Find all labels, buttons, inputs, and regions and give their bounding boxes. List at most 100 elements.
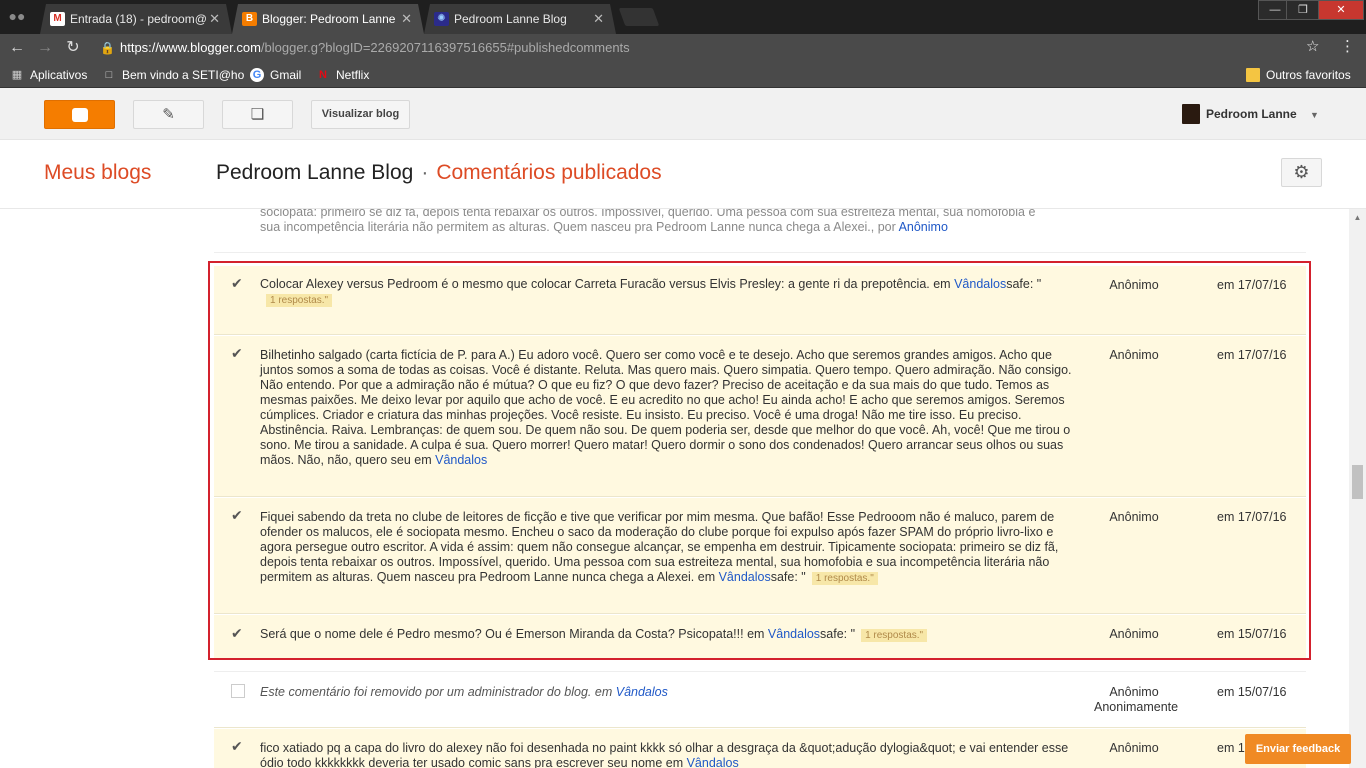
author-link[interactable]: Anônimo: [899, 220, 948, 234]
post-link[interactable]: Vândalos: [687, 756, 739, 768]
chevron-down-icon: ▼: [1310, 110, 1319, 120]
bookmark-label: Gmail: [270, 68, 302, 82]
avatar: [1182, 104, 1200, 124]
menu-kebab-icon[interactable]: ⋮: [1340, 37, 1355, 55]
incognito-icon: ●●: [8, 8, 26, 24]
tab-label: Pedroom Lanne Blog: [454, 12, 567, 26]
netflix-icon: N: [319, 69, 327, 81]
bookmark-label: Netflix: [336, 68, 370, 82]
settings-button[interactable]: ⚙: [1281, 158, 1322, 187]
address-bar: ← → ↻ 🔒 https://www.blogger.com/blogger.…: [0, 34, 1366, 62]
tab-gmail[interactable]: M Entrada (18) - pedroom@ ✕: [40, 4, 232, 34]
blogger-header: ✎ ❏ Visualizar blog Pedroom Lanne ▼: [0, 88, 1366, 140]
bookmark-star-icon[interactable]: ☆: [1306, 37, 1319, 55]
comment-date: em 1: [1217, 741, 1245, 755]
bookmark-label: Aplicativos: [30, 68, 88, 82]
apps-grid-icon: ▦: [11, 69, 23, 81]
scrollbar[interactable]: ▲: [1349, 209, 1366, 768]
comment-author: Anônimo: [1109, 741, 1159, 755]
table-row[interactable]: ✔ fico xatiado pq a capa do livro do ale…: [214, 729, 1306, 768]
post-link[interactable]: Vândalos: [954, 277, 1006, 291]
post-link[interactable]: Vândalos: [719, 570, 771, 584]
tab-blog[interactable]: ✺ Pedroom Lanne Blog ✕: [424, 4, 616, 34]
comment-author: Anônimo: [1109, 348, 1159, 362]
bookmark-apps[interactable]: ▦ Aplicativos: [10, 66, 88, 84]
url-host: https://www.blogger.com: [120, 40, 261, 55]
blogger-logo-icon: [71, 108, 88, 122]
row-checkbox[interactable]: ✔: [231, 508, 245, 522]
blog-name[interactable]: Pedroom Lanne Blog: [216, 161, 413, 184]
table-row[interactable]: ✔ Será que o nome dele é Pedro mesmo? Ou…: [214, 615, 1306, 659]
comment-text: Este comentário foi removido por um admi…: [260, 685, 668, 699]
maximize-button[interactable]: ❐: [1286, 0, 1320, 20]
blog-favicon-icon: ✺: [434, 12, 449, 26]
bookmark-label: Bem vindo a SETI@ho: [122, 68, 245, 82]
comment-text: Será que o nome dele é Pedro mesmo? Ou é…: [260, 627, 1086, 642]
replies-badge[interactable]: 1 respostas.": [861, 629, 928, 642]
google-icon: G: [250, 68, 264, 82]
user-name: Pedroom Lanne: [1206, 107, 1297, 121]
pages-icon: ❏: [250, 106, 265, 123]
page-icon: □: [105, 69, 113, 81]
view-blog-label: Visualizar blog: [321, 108, 400, 120]
forward-icon[interactable]: →: [34, 37, 56, 59]
comment-text: Colocar Alexey versus Pedroom é o mesmo …: [260, 277, 1042, 307]
comment-text: sociopata: primeiro se diz fã, depois te…: [260, 209, 1036, 234]
window-close-button[interactable]: ✕: [1318, 0, 1364, 20]
comment-author: Anônimo: [1109, 510, 1159, 524]
folder-icon: [1246, 68, 1260, 82]
table-row[interactable]: ✔ Colocar Alexey versus Pedroom é o mesm…: [214, 266, 1306, 335]
reload-icon[interactable]: ↻: [62, 37, 84, 59]
gmail-icon: M: [50, 12, 65, 26]
close-icon[interactable]: ✕: [593, 7, 604, 31]
browser-titlebar: ●● M Entrada (18) - pedroom@ ✕ B Blogger…: [0, 0, 1366, 34]
bookmark-other[interactable]: Outros favoritos: [1246, 66, 1351, 84]
comment-date: em 15/07/16: [1217, 685, 1287, 699]
lock-icon: 🔒: [100, 41, 115, 55]
row-checkbox[interactable]: ✔: [231, 276, 245, 290]
pencil-icon: ✎: [162, 106, 175, 123]
row-checkbox[interactable]: ✔: [231, 626, 245, 640]
tab-blogger[interactable]: B Blogger: Pedroom Lanne ✕: [232, 4, 424, 34]
send-feedback-button[interactable]: Enviar feedback: [1245, 734, 1351, 764]
bookmark-gmail[interactable]: G Gmail: [250, 66, 301, 84]
list-item: sociopata: primeiro se diz fã, depois te…: [214, 209, 1306, 253]
post-link[interactable]: Vândalos: [435, 453, 487, 467]
post-link[interactable]: Vândalos: [768, 627, 820, 641]
comment-date: em 15/07/16: [1217, 627, 1287, 641]
gear-icon: ⚙: [1293, 162, 1310, 182]
my-blogs-link[interactable]: Meus blogs: [44, 161, 151, 185]
posts-list-button[interactable]: ❏: [222, 100, 293, 129]
comment-date: em 17/07/16: [1217, 510, 1287, 524]
table-row[interactable]: ✔ Bilhetinho salgado (carta fictícia de …: [214, 336, 1306, 497]
replies-badge[interactable]: 1 respostas.": [266, 294, 333, 307]
url-input[interactable]: 🔒 https://www.blogger.com/blogger.g?blog…: [94, 36, 1334, 60]
row-checkbox[interactable]: ✔: [231, 739, 245, 753]
blogger-logo-button[interactable]: [44, 100, 115, 129]
replies-badge[interactable]: 1 respostas.": [811, 572, 878, 585]
table-row[interactable]: ✔ Fiquei sabendo da treta no clube de le…: [214, 498, 1306, 614]
close-icon[interactable]: ✕: [209, 7, 220, 31]
comment-text: Bilhetinho salgado (carta fictícia de P.…: [260, 348, 1072, 467]
account-menu[interactable]: Pedroom Lanne ▼: [1182, 103, 1319, 125]
back-icon[interactable]: ←: [6, 37, 28, 59]
comment-date: em 17/07/16: [1217, 278, 1287, 292]
new-post-button[interactable]: ✎: [133, 100, 204, 129]
scroll-up-icon[interactable]: ▲: [1349, 211, 1366, 225]
comment-date: em 17/07/16: [1217, 348, 1287, 362]
comment-author: Anônimo: [1109, 627, 1159, 641]
tab-label: Blogger: Pedroom Lanne: [262, 12, 396, 26]
scrollbar-thumb[interactable]: [1352, 465, 1363, 499]
bookmark-netflix[interactable]: N Netflix: [316, 66, 369, 84]
new-tab-button[interactable]: [618, 8, 660, 26]
bookmark-label: Outros favoritos: [1266, 68, 1351, 82]
close-icon[interactable]: ✕: [401, 7, 412, 31]
row-checkbox[interactable]: [231, 684, 245, 698]
post-link[interactable]: Vândalos: [616, 685, 668, 699]
comment-text: Fiquei sabendo da treta no clube de leit…: [260, 510, 1059, 585]
view-blog-button[interactable]: Visualizar blog: [311, 100, 410, 129]
comment-author: Anônimo Anonimamente: [1094, 685, 1179, 714]
bookmark-seti[interactable]: □ Bem vindo a SETI@ho: [102, 66, 245, 84]
table-row-removed[interactable]: Este comentário foi removido por um admi…: [214, 671, 1306, 728]
row-checkbox[interactable]: ✔: [231, 346, 245, 360]
